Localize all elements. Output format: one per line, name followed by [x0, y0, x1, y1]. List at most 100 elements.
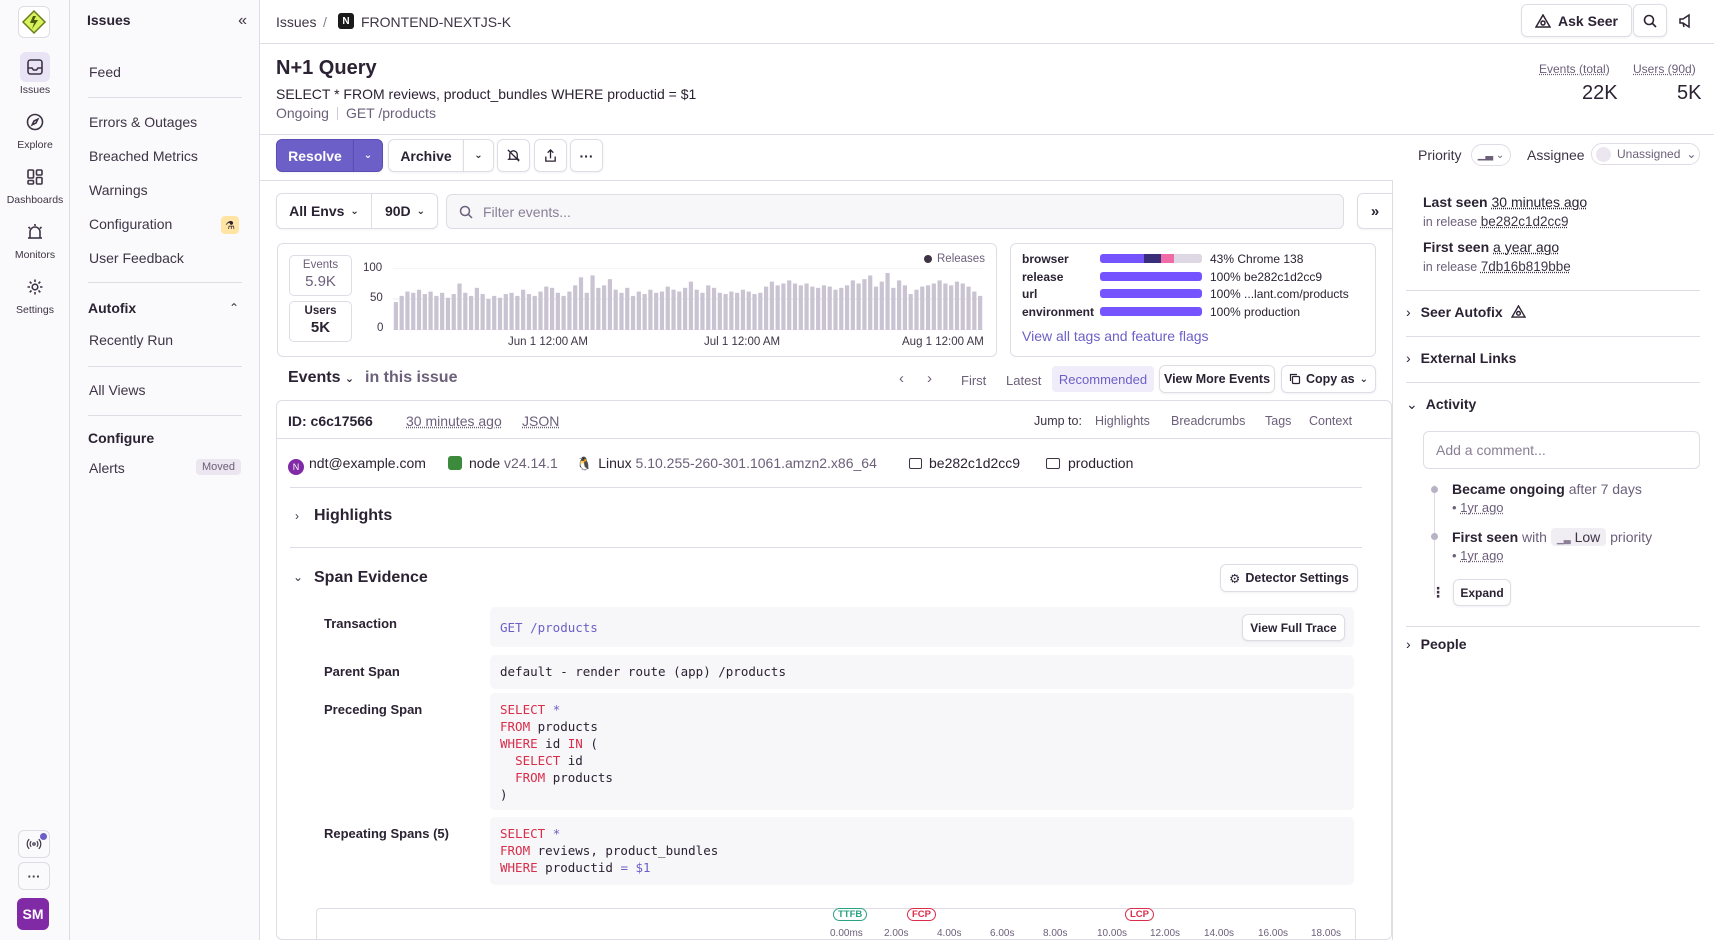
copy-as-button[interactable]: Copy as ⌄: [1281, 365, 1376, 393]
chart-bar[interactable]: [729, 292, 733, 330]
chart-bar[interactable]: [799, 285, 803, 330]
chart-bar[interactable]: [804, 284, 808, 331]
chart-bar[interactable]: [457, 284, 461, 331]
chart-bar[interactable]: [712, 288, 716, 330]
secnav-head-autofix[interactable]: Autofix: [88, 300, 136, 316]
chart-bar[interactable]: [966, 287, 970, 330]
activity-time-value[interactable]: 1yr ago: [1460, 500, 1503, 515]
chart-bar[interactable]: [781, 284, 785, 331]
chevron-down-icon[interactable]: ⌄: [293, 570, 303, 584]
chart-bar[interactable]: [897, 280, 901, 330]
jump-breadcrumbs-link[interactable]: Breadcrumbs: [1171, 414, 1245, 428]
secnav-item-breached[interactable]: Breached Metrics: [89, 148, 198, 164]
chart-bar[interactable]: [648, 290, 652, 330]
chart-bar[interactable]: [440, 293, 444, 330]
chart-bar[interactable]: [700, 293, 704, 330]
highlights-header[interactable]: Highlights: [314, 507, 392, 525]
chart-bar[interactable]: [509, 293, 513, 330]
chart-bar[interactable]: [903, 285, 907, 330]
chart-bar[interactable]: [909, 294, 913, 330]
comment-input[interactable]: Add a comment...: [1423, 431, 1700, 469]
chart-bar[interactable]: [677, 292, 681, 330]
chart-bar[interactable]: [492, 296, 496, 330]
last-seen-value[interactable]: 30 minutes ago: [1491, 194, 1587, 210]
context-runtime[interactable]: node v24.14.1: [448, 455, 558, 471]
timeline-marker[interactable]: LCP: [1125, 908, 1154, 921]
rail-dashboards[interactable]: Dashboards: [0, 162, 70, 206]
chart-bar[interactable]: [857, 284, 861, 331]
chart-bar[interactable]: [695, 290, 699, 330]
chart-bar[interactable]: [770, 282, 774, 330]
chart-bar[interactable]: [590, 275, 594, 330]
jump-highlights-link[interactable]: Highlights: [1095, 414, 1150, 428]
chart-bar[interactable]: [463, 293, 467, 330]
chart-bar[interactable]: [718, 293, 722, 330]
secnav-item-errors[interactable]: Errors & Outages: [89, 114, 197, 130]
transaction-link[interactable]: GET /products: [500, 620, 598, 635]
chart-bar[interactable]: [486, 299, 490, 330]
chart-bar[interactable]: [504, 294, 508, 330]
chart-bar[interactable]: [822, 285, 826, 330]
expand-sidebar-button[interactable]: »: [1357, 193, 1393, 229]
archive-dropdown[interactable]: ⌄: [463, 139, 494, 172]
chart-bar[interactable]: [706, 285, 710, 330]
chart-bar[interactable]: [481, 294, 485, 330]
users-stat[interactable]: Users 5K: [289, 301, 352, 342]
jump-context-link[interactable]: Context: [1309, 414, 1352, 428]
chart-bar[interactable]: [955, 282, 959, 330]
chart-bar[interactable]: [411, 293, 415, 330]
activity-section[interactable]: ⌄ Activity: [1406, 396, 1476, 413]
environment-selector[interactable]: All Envs ⌄: [277, 194, 372, 228]
chart-bar[interactable]: [579, 277, 583, 330]
chart-bar[interactable]: [400, 296, 404, 330]
expand-activity-button[interactable]: Expand: [1453, 579, 1511, 606]
chart-bar[interactable]: [429, 292, 433, 330]
first-event-link[interactable]: First: [961, 373, 986, 388]
timeline-marker[interactable]: TTFB: [833, 908, 867, 921]
chart-bar[interactable]: [602, 285, 606, 330]
secnav-item-feed[interactable]: Feed: [89, 64, 121, 80]
event-time-link[interactable]: 30 minutes ago: [406, 413, 502, 429]
secnav-item-all-views[interactable]: All Views: [89, 382, 146, 398]
secnav-item-recently-run[interactable]: Recently Run: [89, 332, 173, 348]
chart-bar[interactable]: [828, 287, 832, 330]
ask-seer-button[interactable]: Ask Seer: [1521, 4, 1632, 37]
chevron-up-icon[interactable]: ⌃: [229, 301, 239, 315]
chart-bar[interactable]: [683, 288, 687, 330]
chart-bar[interactable]: [515, 296, 519, 330]
chevron-right-icon[interactable]: ›: [295, 509, 299, 523]
chart-bar[interactable]: [573, 285, 577, 330]
chart-bar[interactable]: [724, 294, 728, 330]
chart-bar[interactable]: [845, 285, 849, 330]
chart-bar[interactable]: [527, 294, 531, 330]
chart-bar[interactable]: [938, 280, 942, 330]
chart-bar[interactable]: [932, 284, 936, 331]
chart-bar[interactable]: [608, 279, 612, 330]
chart-legend[interactable]: Releases: [924, 253, 985, 265]
chart-bar[interactable]: [961, 284, 965, 331]
event-json-link[interactable]: JSON: [522, 413, 559, 429]
first-seen-value[interactable]: a year ago: [1493, 239, 1559, 255]
chart-bar[interactable]: [417, 290, 421, 330]
rail-issues[interactable]: Issues: [0, 52, 70, 96]
chart-bar[interactable]: [735, 293, 739, 330]
collapse-icon[interactable]: «: [238, 12, 247, 30]
rail-monitors[interactable]: Monitors: [0, 217, 70, 261]
chart-bar[interactable]: [851, 280, 855, 330]
chart-bar[interactable]: [880, 282, 884, 330]
chart-bar[interactable]: [660, 292, 664, 330]
chart-bar[interactable]: [741, 290, 745, 330]
event-bar-chart[interactable]: [393, 268, 983, 330]
external-links-section[interactable]: › External Links: [1406, 350, 1516, 366]
chart-bar[interactable]: [833, 290, 837, 330]
period-selector[interactable]: 90D ⌄: [372, 194, 438, 228]
breadcrumb-project[interactable]: FRONTEND-NEXTJS-K: [361, 14, 511, 30]
users-90d-label[interactable]: Users (90d): [1633, 62, 1696, 76]
chart-bar[interactable]: [446, 298, 450, 330]
chart-bar[interactable]: [637, 292, 641, 330]
chart-bar[interactable]: [538, 292, 542, 330]
chart-bar[interactable]: [949, 285, 953, 330]
chart-bar[interactable]: [793, 284, 797, 331]
search-button[interactable]: [1633, 4, 1667, 37]
chart-bar[interactable]: [839, 288, 843, 330]
